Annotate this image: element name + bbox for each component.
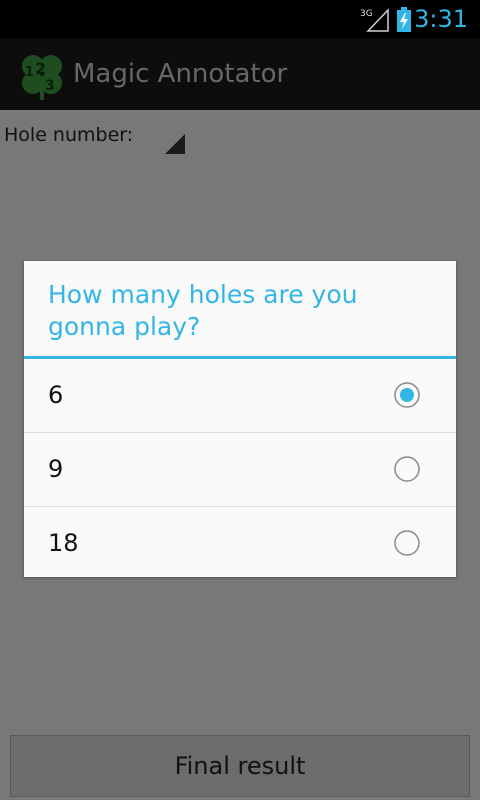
option-label: 9 xyxy=(48,455,64,483)
option-label: 18 xyxy=(48,529,79,557)
radio-unselected-icon[interactable] xyxy=(394,530,420,556)
clock: 3:31 xyxy=(414,5,468,33)
screen: 3G 3:31 1 2 3 Magic Annotator Hole numbe… xyxy=(0,0,480,800)
option-9[interactable]: 9 xyxy=(24,433,456,507)
status-bar: 3G 3:31 xyxy=(0,0,480,38)
option-list: 6 9 18 xyxy=(24,359,456,580)
dialog-title: How many holes are you gonna play? xyxy=(48,280,358,341)
holes-dialog: How many holes are you gonna play? 6 9 1… xyxy=(24,261,456,577)
option-label: 6 xyxy=(48,381,64,409)
option-18[interactable]: 18 xyxy=(24,507,456,580)
battery-charging-icon xyxy=(397,7,411,32)
signal-3g-icon: 3G xyxy=(360,8,389,32)
option-6[interactable]: 6 xyxy=(24,359,456,433)
radio-unselected-icon[interactable] xyxy=(394,456,420,482)
svg-text:3G: 3G xyxy=(360,9,373,19)
radio-selected-icon[interactable] xyxy=(394,382,420,408)
